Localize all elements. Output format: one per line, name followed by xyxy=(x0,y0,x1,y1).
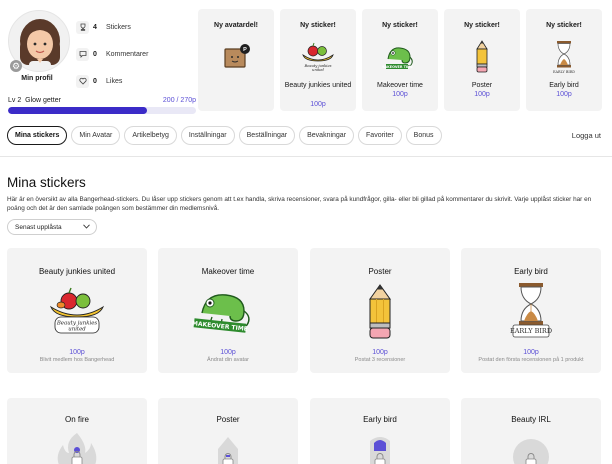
tab-bevakningar[interactable]: Bevakningar xyxy=(299,126,355,145)
sticker-title: Early bird xyxy=(363,415,397,424)
notification-title: Ny avatardel! xyxy=(214,22,258,29)
svg-text:EARLY BIRD: EARLY BIRD xyxy=(510,327,552,335)
tab-min-avatar[interactable]: Min Avatar xyxy=(71,126,121,145)
chevron-down-icon xyxy=(83,223,90,231)
svg-text:P: P xyxy=(243,47,247,53)
hourglass-sticker-icon: EARLY BIRD xyxy=(505,283,557,341)
notification-title: Ny sticker! xyxy=(464,22,500,29)
locked-sticker-card[interactable]: Beauty IRL xyxy=(461,398,601,464)
hourglass-sticker-icon: EARLY BIRD xyxy=(546,39,582,75)
trophy-icon xyxy=(76,20,89,34)
sticker-card[interactable]: Early bird EARLY BIRD 100p Postat den fö… xyxy=(461,248,601,373)
fruit-bowl-sticker-icon: Beauty junkies united xyxy=(300,39,336,75)
fruit-bowl-sticker-icon: Beauty junkies united xyxy=(49,283,105,341)
sort-select[interactable]: Senast upplåsta xyxy=(7,219,97,235)
tab-mina-stickers[interactable]: Mina stickers xyxy=(7,126,68,145)
svg-text:MAKEOVER TIME: MAKEOVER TIME xyxy=(382,65,414,69)
notification-card[interactable]: Ny sticker! MAKEOVER TIME Makeover time … xyxy=(362,9,438,111)
svg-text:united: united xyxy=(312,68,324,72)
comment-icon xyxy=(76,47,89,61)
chameleon-sticker-icon: MAKEOVER TIME xyxy=(381,39,418,75)
sticker-card[interactable]: Beauty junkies united Beauty junkies uni… xyxy=(7,248,147,373)
tab-favoriter[interactable]: Favoriter xyxy=(358,126,402,145)
sticker-subtitle: Postat den första recensionen på 1 produ… xyxy=(478,357,584,363)
notification-title: Ny sticker! xyxy=(382,22,418,29)
pencil-sticker-icon xyxy=(354,283,406,341)
tab-installningar[interactable]: Inställningar xyxy=(180,126,235,145)
stat-stickers: 4 Stickers xyxy=(76,20,131,34)
notification-card[interactable]: Ny sticker! Poster 100p xyxy=(444,9,520,111)
sticker-title: Beauty junkies united xyxy=(38,267,116,276)
locked-pencil-icon xyxy=(202,431,254,464)
locked-sticker-card[interactable]: Early bird xyxy=(310,398,450,464)
sticker-art-text: EARLY xyxy=(510,327,533,335)
level-progress-bar xyxy=(8,107,196,114)
locked-sticker-card[interactable]: On fire xyxy=(7,398,147,464)
level-name: Glow getter xyxy=(25,97,61,104)
sticker-title: On fire xyxy=(64,415,89,424)
notification-points: 100p xyxy=(392,91,408,98)
gear-icon[interactable]: ⚙ xyxy=(10,60,22,72)
divider xyxy=(0,156,612,157)
page-title: Mina stickers xyxy=(7,175,86,190)
level-points: 200 / 270p xyxy=(162,97,196,104)
sticker-card[interactable]: Poster 100p Postat 3 recensioner xyxy=(310,248,450,373)
sticker-points: 100p xyxy=(372,349,388,356)
sort-select-value: Senast upplåsta xyxy=(15,223,62,231)
sticker-subtitle: Blivit medlem hos Bangerhead xyxy=(39,357,115,363)
profile-summary: ⚙ Min profil 4 Stickers 0 Kommentarer 0 … xyxy=(6,8,196,114)
locked-flame-icon xyxy=(51,431,103,464)
notification-points: 100p xyxy=(310,101,326,108)
tab-bestallningar[interactable]: Beställningar xyxy=(238,126,296,145)
section-description: Här är en översikt av alla Bangerhead-st… xyxy=(7,196,592,212)
notification-card[interactable]: Ny avatardel! P xyxy=(198,9,274,111)
sticker-title: Poster xyxy=(216,415,240,424)
sticker-title: Poster xyxy=(368,267,392,276)
heart-icon xyxy=(76,74,89,88)
locked-sticker-card[interactable]: Poster xyxy=(158,398,298,464)
sticker-art-text: BIRD xyxy=(535,327,552,335)
sticker-art-text: united xyxy=(68,327,86,333)
svg-text:EARLY BIRD: EARLY BIRD xyxy=(553,70,575,74)
profile-tabs: Mina stickers Min Avatar Artikelbetyg In… xyxy=(7,126,442,146)
avatar[interactable]: ⚙ xyxy=(8,10,70,76)
notification-sticker-name: Beauty junkies united xyxy=(284,82,352,89)
level-number: Lv 2 xyxy=(8,97,22,104)
tab-artikelbetyg[interactable]: Artikelbetyg xyxy=(124,126,177,145)
locked-circle-icon xyxy=(505,431,557,464)
sticker-card[interactable]: Makeover time MAKEOVER TIME 100p Ändrat … xyxy=(158,248,298,373)
notification-title: Ny sticker! xyxy=(546,22,582,29)
notification-title: Ny sticker! xyxy=(300,22,336,29)
box-icon: P xyxy=(218,39,254,75)
notification-sticker-name: Makeover time xyxy=(377,82,423,89)
level-row: Lv 2 Glow getter 200 / 270p xyxy=(8,97,196,104)
sticker-points: 100p xyxy=(220,349,236,356)
notification-card[interactable]: Ny sticker! EARLY BIRD Early bird 100p xyxy=(526,9,602,111)
pencil-sticker-icon xyxy=(464,39,500,75)
tab-bonus[interactable]: Bonus xyxy=(405,126,442,145)
stat-comments: 0 Kommentarer xyxy=(76,47,148,61)
chameleon-sticker-icon: MAKEOVER TIME xyxy=(192,283,254,341)
sticker-subtitle: Postat 3 recensioner xyxy=(354,357,406,363)
logout-link[interactable]: Logga ut xyxy=(572,131,601,140)
locked-hourglass-icon xyxy=(354,431,406,464)
stat-likes: 0 Likes xyxy=(76,74,122,88)
notification-card[interactable]: Ny sticker! Beauty junkies united Beauty… xyxy=(280,9,356,111)
notification-sticker-name: Early bird xyxy=(549,82,579,89)
sticker-points: 100p xyxy=(69,349,85,356)
notification-points: 100p xyxy=(474,91,490,98)
notification-sticker-name: Poster xyxy=(471,82,493,89)
profile-name[interactable]: Min profil xyxy=(6,75,68,82)
sticker-subtitle: Ändrat din avatar xyxy=(207,357,249,363)
sticker-points: 100p xyxy=(523,349,539,356)
sticker-title: Beauty IRL xyxy=(511,415,551,424)
notification-points: 100p xyxy=(556,91,572,98)
level-progress-fill xyxy=(8,107,148,114)
sticker-title: Makeover time xyxy=(201,267,255,276)
sticker-title: Early bird xyxy=(514,267,548,276)
